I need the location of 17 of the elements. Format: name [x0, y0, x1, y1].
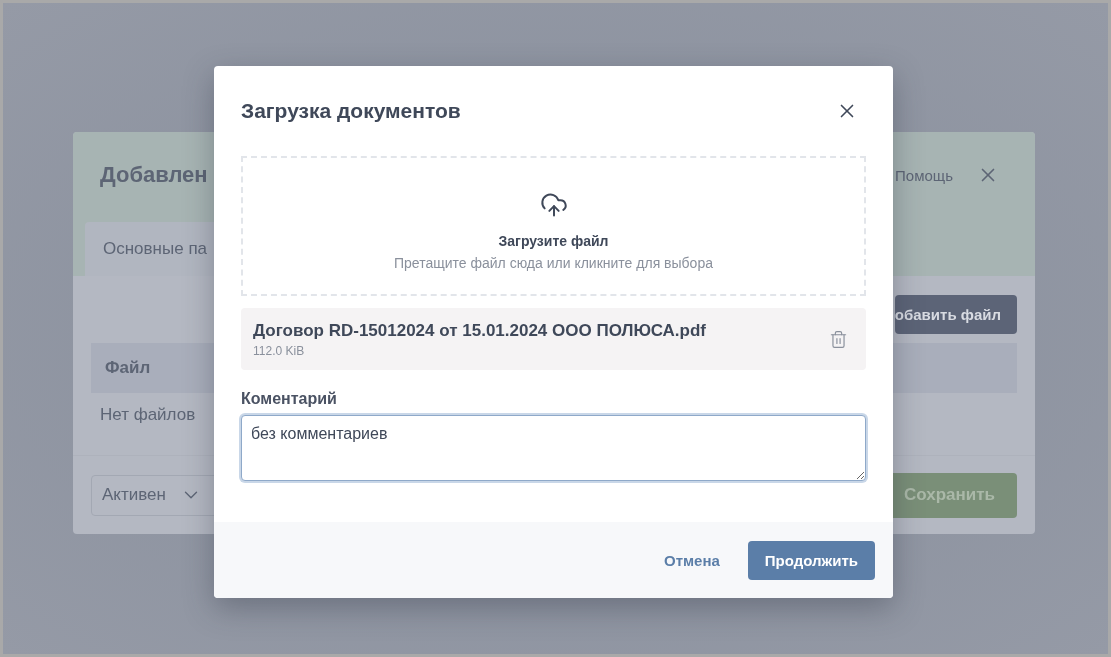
add-file-button[interactable]: обавить файл [894, 295, 1017, 334]
dropzone[interactable]: Загрузите файл Претащите файл сюда или кликните для выбора [241, 156, 866, 296]
file-name: Договор RD-15012024 от 15.01.2024 ООО ПОЛЮСА.pdf [253, 320, 706, 341]
cancel-button[interactable]: Отмена [663, 551, 720, 569]
continue-button[interactable]: Продолжить [747, 540, 875, 580]
dialog-title: Добавлен [100, 162, 209, 188]
empty-message: Нет файлов [100, 405, 196, 425]
trash-icon[interactable] [829, 329, 848, 349]
dropzone-title: Загрузите файл [498, 233, 609, 249]
dropzone-hint: Претащите файл сюда или кликните для выбора [394, 255, 713, 271]
column-header: Файл [105, 358, 151, 378]
help-link[interactable]: Помощь [895, 166, 953, 184]
upload-icon [539, 191, 568, 219]
file-size: 112.0 KiB [253, 343, 306, 358]
modal-title: Загрузка документов [241, 99, 461, 123]
comment-label: Коментарий [241, 390, 338, 408]
comment-field[interactable]: без комментариев [241, 415, 866, 481]
